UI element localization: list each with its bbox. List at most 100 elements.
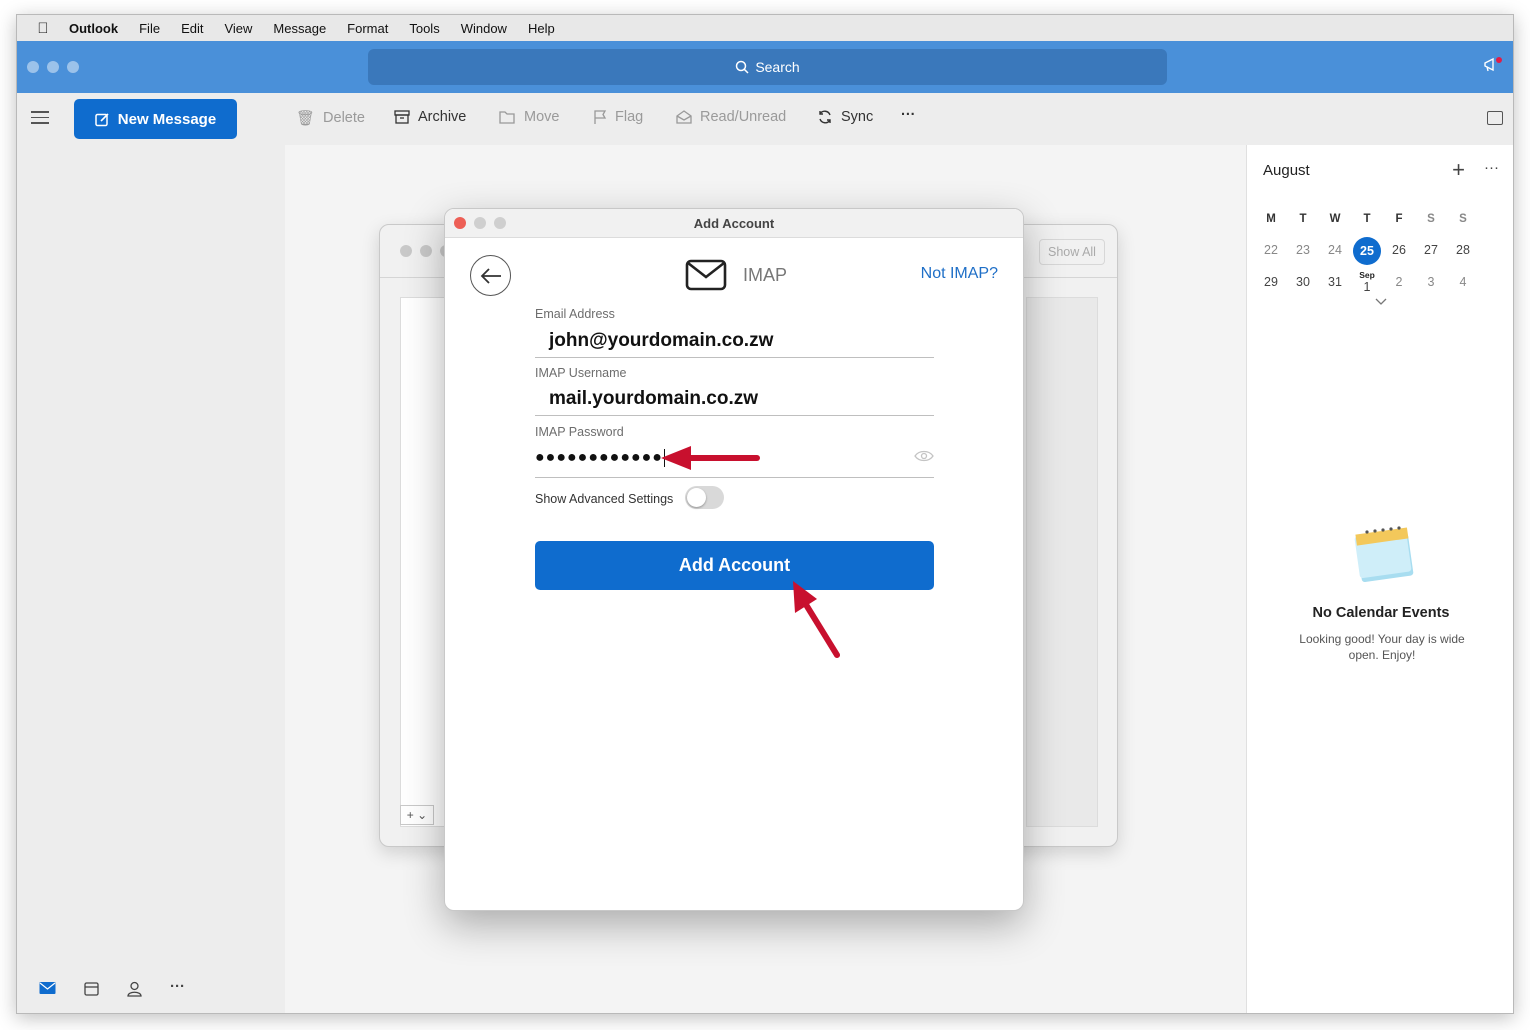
username-label: IMAP Username — [535, 366, 627, 380]
move-button[interactable]: Move — [499, 109, 559, 125]
announcement-icon[interactable] — [1483, 57, 1503, 77]
account-type-label: IMAP — [743, 264, 788, 285]
back-button[interactable] — [470, 255, 511, 296]
weekday: T — [1299, 212, 1307, 225]
delete-button[interactable]: 🗑 Delete — [296, 109, 365, 127]
more-apps-icon[interactable]: ··· — [170, 978, 185, 997]
calendar-day[interactable]: 4 — [1447, 275, 1479, 290]
password-label: IMAP Password — [535, 425, 624, 439]
apple-menu-icon[interactable]:  — [17, 20, 69, 37]
calendar-day[interactable]: 29 — [1255, 275, 1287, 290]
calendar-day-today[interactable]: 25 — [1351, 237, 1383, 265]
calendar-day[interactable]: 24 — [1319, 243, 1351, 258]
not-imap-link[interactable]: Not IMAP? — [921, 265, 998, 283]
mac-menubar:  Outlook File Edit View Message Format … — [17, 15, 1513, 41]
account-type-header: IMAP — [685, 259, 787, 291]
accounts-list[interactable] — [400, 297, 450, 827]
menu-format[interactable]: Format — [347, 21, 388, 36]
day-number: 1 — [1363, 279, 1371, 294]
folder-sidebar: ··· — [17, 145, 285, 1013]
trash-icon: 🗑 — [296, 110, 316, 127]
calendar-day[interactable]: 3 — [1415, 275, 1447, 290]
password-dots: ●●●●●●●●●●●● — [535, 449, 663, 466]
no-events-title: No Calendar Events — [1312, 605, 1450, 621]
weekday: W — [1329, 212, 1341, 225]
weekday: F — [1395, 212, 1403, 225]
envelope-icon — [685, 259, 727, 291]
username-field[interactable]: mail.yourdomain.co.zw — [535, 382, 934, 416]
menu-toggle-icon[interactable] — [31, 111, 49, 128]
arrow-left-icon — [480, 267, 501, 284]
calendar-day[interactable]: 2 — [1383, 275, 1415, 290]
compose-icon — [95, 112, 109, 126]
sync-icon — [819, 110, 831, 124]
menu-file[interactable]: File — [139, 21, 160, 36]
password-field[interactable]: ●●●●●●●●●●●● — [535, 438, 934, 478]
weekday: S — [1459, 212, 1467, 225]
expand-calendar-icon[interactable] — [1375, 295, 1387, 309]
search-bar[interactable]: Search — [368, 49, 1167, 85]
calendar-day[interactable]: 30 — [1287, 275, 1319, 290]
window-controls[interactable] — [27, 61, 79, 73]
calendar-day[interactable]: 23 — [1287, 243, 1319, 258]
weekday-row: M T W T F S S — [1255, 203, 1511, 235]
week-row: 22 23 24 25 26 27 28 — [1255, 235, 1511, 267]
dialog-title: Add Account — [445, 209, 1023, 238]
show-password-icon[interactable] — [914, 450, 934, 462]
people-icon[interactable] — [127, 981, 142, 997]
calendar-day[interactable]: 22 — [1255, 243, 1287, 258]
menu-message[interactable]: Message — [273, 21, 326, 36]
add-account-menu-button[interactable]: + ⌄ — [400, 805, 434, 825]
menu-edit[interactable]: Edit — [181, 21, 203, 36]
flag-icon — [594, 109, 607, 124]
mini-calendar: M T W T F S S 22 23 24 25 26 27 28 29 30… — [1255, 203, 1511, 299]
main-toolbar: New Message 🗑 Delete Archive Move Flag Re… — [17, 93, 1513, 145]
flag-label: Flag — [615, 109, 644, 125]
calendar-more-icon[interactable]: ··· — [1484, 159, 1499, 176]
calendar-day[interactable]: 27 — [1415, 243, 1447, 258]
email-field[interactable]: john@yourdomain.co.zw — [535, 324, 934, 358]
menu-outlook[interactable]: Outlook — [69, 21, 118, 36]
add-account-button[interactable]: Add Account — [535, 541, 934, 590]
search-label: Search — [755, 59, 800, 75]
outlook-window:  Outlook File Edit View Message Format … — [16, 14, 1514, 1014]
sync-button[interactable]: Sync — [817, 109, 873, 125]
menu-help[interactable]: Help — [528, 21, 555, 36]
read-unread-button[interactable]: Read/Unread — [676, 109, 786, 125]
new-message-button[interactable]: New Message — [74, 99, 237, 139]
delete-label: Delete — [323, 110, 365, 126]
advanced-settings-label: Show Advanced Settings — [535, 492, 674, 506]
calendar-day[interactable]: 26 — [1383, 243, 1415, 258]
archive-icon — [394, 110, 410, 124]
new-message-label: New Message — [117, 110, 217, 128]
flag-button[interactable]: Flag — [593, 109, 643, 125]
show-all-button[interactable]: Show All — [1039, 239, 1105, 265]
mail-icon[interactable] — [39, 981, 56, 995]
calendar-day[interactable]: 31 — [1319, 275, 1351, 290]
menu-tools[interactable]: Tools — [409, 21, 439, 36]
title-bar: Search — [17, 41, 1513, 93]
close-window-icon[interactable] — [454, 217, 466, 229]
advanced-settings-toggle[interactable] — [685, 486, 724, 509]
today-badge: 25 — [1353, 237, 1381, 265]
calendar-panel: August + ··· M T W T F S S 22 23 24 25 2… — [1246, 145, 1513, 1013]
weekday: S — [1427, 212, 1435, 225]
menu-window[interactable]: Window — [461, 21, 507, 36]
calendar-day-sep-1[interactable]: Sep 1 — [1351, 271, 1383, 294]
dialog-window-controls[interactable] — [454, 217, 506, 229]
add-account-dialog: Add Account IMAP Not IMAP? Email Address… — [444, 208, 1024, 911]
weekday: T — [1363, 212, 1371, 225]
add-event-icon[interactable]: + — [1452, 157, 1465, 183]
toggle-pane-icon[interactable] — [1487, 111, 1503, 125]
email-label: Email Address — [535, 307, 615, 321]
menu-view[interactable]: View — [224, 21, 252, 36]
calendar-day[interactable]: 28 — [1447, 243, 1479, 258]
calendar-icon[interactable] — [84, 981, 99, 996]
account-details-pane — [1026, 297, 1098, 827]
search-icon — [736, 60, 749, 74]
calendar-illustration-icon — [1354, 526, 1414, 583]
more-actions-button[interactable]: ··· — [901, 107, 916, 123]
move-folder-icon — [499, 111, 515, 124]
sync-label: Sync — [841, 109, 874, 125]
archive-button[interactable]: Archive — [394, 109, 466, 125]
